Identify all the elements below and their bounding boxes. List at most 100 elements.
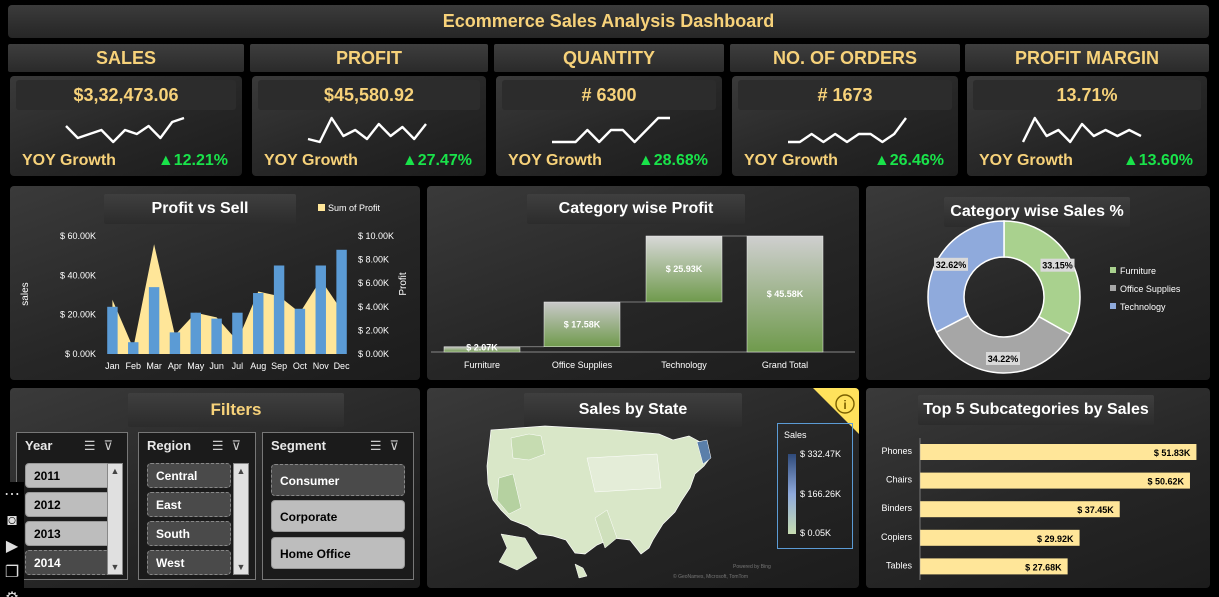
slicer-item-south[interactable]: South bbox=[147, 521, 231, 546]
side-toolbar: ⋯ ◙ ▶ ❐ ⚙ bbox=[0, 482, 24, 597]
year-slicer: Year ☰⊽ 2011 2012 2013 2014 ▲ ▼ bbox=[16, 432, 128, 580]
slicer-item-2014[interactable]: 2014 bbox=[25, 550, 111, 575]
scroll-down-icon[interactable]: ▼ bbox=[234, 560, 248, 574]
legend-swatch-profit bbox=[318, 204, 325, 211]
yoy-label: YOY Growth bbox=[264, 152, 358, 169]
window-icon[interactable]: ❐ bbox=[0, 560, 24, 586]
map-legend-mid: $ 166.26K bbox=[800, 489, 842, 499]
clear-filter-icon[interactable]: ⊽ bbox=[103, 438, 121, 453]
hbar-data-label: $ 37.45K bbox=[1077, 505, 1114, 515]
category-profit-chart: $ 2.07K Furniture $ 17.58K Office Supplies $… bbox=[431, 235, 855, 370]
x-tick-label: Jan bbox=[105, 361, 120, 371]
y-tick-left: $ 20.00K bbox=[60, 310, 96, 320]
waterfall-category-label: Technology bbox=[661, 360, 707, 370]
x-tick-label: Apr bbox=[168, 361, 182, 371]
legend-label-profit: Sum of Profit bbox=[328, 203, 381, 213]
kpi-value: $45,580.92 bbox=[258, 80, 480, 110]
video-icon[interactable]: ▶ bbox=[0, 534, 24, 560]
yoy-growth: ▲13.60% bbox=[1122, 152, 1193, 169]
map-region-central bbox=[586, 453, 662, 493]
yoy-label: YOY Growth bbox=[22, 152, 116, 169]
scroll-down-icon[interactable]: ▼ bbox=[108, 560, 122, 574]
waterfall-data-label: $ 25.93K bbox=[666, 264, 703, 274]
yoy-growth: ▲12.21% bbox=[157, 152, 228, 169]
y-tick-right: $ 2.00K bbox=[358, 325, 389, 335]
kpi-card: 13.71% YOY Growth ▲13.60% bbox=[967, 76, 1207, 176]
slicer-item-consumer[interactable]: Consumer bbox=[271, 464, 405, 496]
sales-bar[interactable] bbox=[148, 287, 160, 354]
slicer-item-2012[interactable]: 2012 bbox=[25, 492, 111, 517]
filters-title: Filters bbox=[128, 393, 344, 427]
kpi-title: NO. OF ORDERS bbox=[730, 44, 960, 72]
x-tick-label: Feb bbox=[125, 361, 141, 371]
sales-bar[interactable] bbox=[190, 312, 201, 354]
sales-bar[interactable] bbox=[336, 249, 347, 354]
x-tick-label: May bbox=[187, 361, 205, 371]
kpi-sparkline bbox=[552, 116, 670, 144]
multi-select-icon[interactable]: ☰ bbox=[370, 438, 390, 453]
sales-bar[interactable] bbox=[128, 342, 139, 354]
yoy-label: YOY Growth bbox=[508, 152, 602, 169]
kpi-value: $3,32,473.06 bbox=[16, 80, 236, 110]
segment-slicer-icons: ☰⊽ bbox=[370, 438, 407, 454]
gear-icon[interactable]: ⚙ bbox=[0, 586, 24, 597]
category-profit-panel: Category wise Profit $ 2.07K Furniture $ 1… bbox=[427, 186, 859, 380]
waterfall-category-label: Furniture bbox=[464, 360, 500, 370]
slicer-item-west[interactable]: West bbox=[147, 550, 231, 575]
legend-label: Technology bbox=[1120, 302, 1166, 312]
slicer-item-east[interactable]: East bbox=[147, 492, 231, 517]
clear-filter-icon[interactable]: ⊽ bbox=[231, 438, 249, 453]
hbar-category-label: Copiers bbox=[881, 532, 913, 542]
scroll-up-icon[interactable]: ▲ bbox=[234, 464, 248, 478]
camera-icon[interactable]: ◙ bbox=[0, 508, 24, 534]
kpi-title: PROFIT bbox=[250, 44, 488, 72]
sales-bar[interactable] bbox=[211, 318, 222, 354]
x-tick-label: Nov bbox=[313, 361, 330, 371]
waterfall-category-label: Office Supplies bbox=[552, 360, 613, 370]
y-axis-label-left: sales bbox=[20, 282, 31, 305]
sales-bar[interactable] bbox=[169, 332, 181, 354]
sales-bar[interactable] bbox=[294, 308, 306, 354]
dashboard-title: Ecommerce Sales Analysis Dashboard bbox=[8, 5, 1209, 38]
link-icon[interactable]: ⋯ bbox=[0, 482, 24, 508]
legend-label: Furniture bbox=[1120, 266, 1156, 276]
multi-select-icon[interactable]: ☰ bbox=[84, 438, 104, 453]
hbar-data-label: $ 27.68K bbox=[1025, 562, 1062, 572]
region-scrollbar[interactable]: ▲ ▼ bbox=[233, 463, 249, 575]
donut-data-label: 32.62% bbox=[936, 260, 967, 270]
profit-vs-sell-chart: $ 60.00K $ 40.00K $ 20.00K $ 0.00K $ 10.00K $… bbox=[20, 203, 409, 371]
waterfall-data-label: $ 45.58K bbox=[767, 289, 804, 299]
donut-data-label: 33.15% bbox=[1042, 261, 1073, 271]
map-legend-gradient bbox=[788, 454, 796, 534]
sales-bar[interactable] bbox=[107, 306, 118, 354]
y-tick-right: $ 10.00K bbox=[358, 231, 394, 241]
sales-bar[interactable] bbox=[232, 312, 243, 354]
multi-select-icon[interactable]: ☰ bbox=[212, 438, 232, 453]
clear-filter-icon[interactable]: ⊽ bbox=[389, 438, 407, 453]
scroll-up-icon[interactable]: ▲ bbox=[108, 464, 122, 478]
year-scrollbar[interactable]: ▲ ▼ bbox=[107, 463, 123, 575]
top-subcategories-chart: Phones $ 51.83K Chairs $ 50.62K Binders $ 37.… bbox=[881, 438, 1197, 580]
slicer-item-home-office[interactable]: Home Office bbox=[271, 537, 405, 569]
sales-bar[interactable] bbox=[315, 265, 326, 355]
y-tick-left: $ 60.00K bbox=[60, 231, 96, 241]
sparkline-path bbox=[1021, 116, 1142, 144]
map-legend-min: $ 0.05K bbox=[800, 528, 832, 538]
slicer-item-2013[interactable]: 2013 bbox=[25, 521, 111, 546]
slicer-item-corporate[interactable]: Corporate bbox=[271, 500, 405, 532]
slicer-item-central[interactable]: Central bbox=[147, 463, 231, 488]
donut-slice[interactable] bbox=[927, 220, 1005, 334]
waterfall-data-label: $ 17.58K bbox=[564, 319, 601, 329]
slicer-item-2011[interactable]: 2011 bbox=[25, 463, 111, 488]
sales-bar[interactable] bbox=[273, 265, 285, 355]
map-legend-title: Sales bbox=[784, 430, 807, 440]
kpi-value: 13.71% bbox=[973, 80, 1201, 110]
map-region-northwest bbox=[510, 433, 546, 461]
yoy-growth: ▲26.46% bbox=[873, 152, 944, 169]
donut-slice[interactable] bbox=[1003, 220, 1081, 336]
y-axis-label-right: Profit bbox=[398, 272, 409, 296]
x-tick-label: Jun bbox=[209, 361, 224, 371]
sales-bar[interactable] bbox=[253, 293, 264, 354]
hbar-category-label: Binders bbox=[881, 503, 912, 513]
kpi-value: # 1673 bbox=[738, 80, 952, 110]
